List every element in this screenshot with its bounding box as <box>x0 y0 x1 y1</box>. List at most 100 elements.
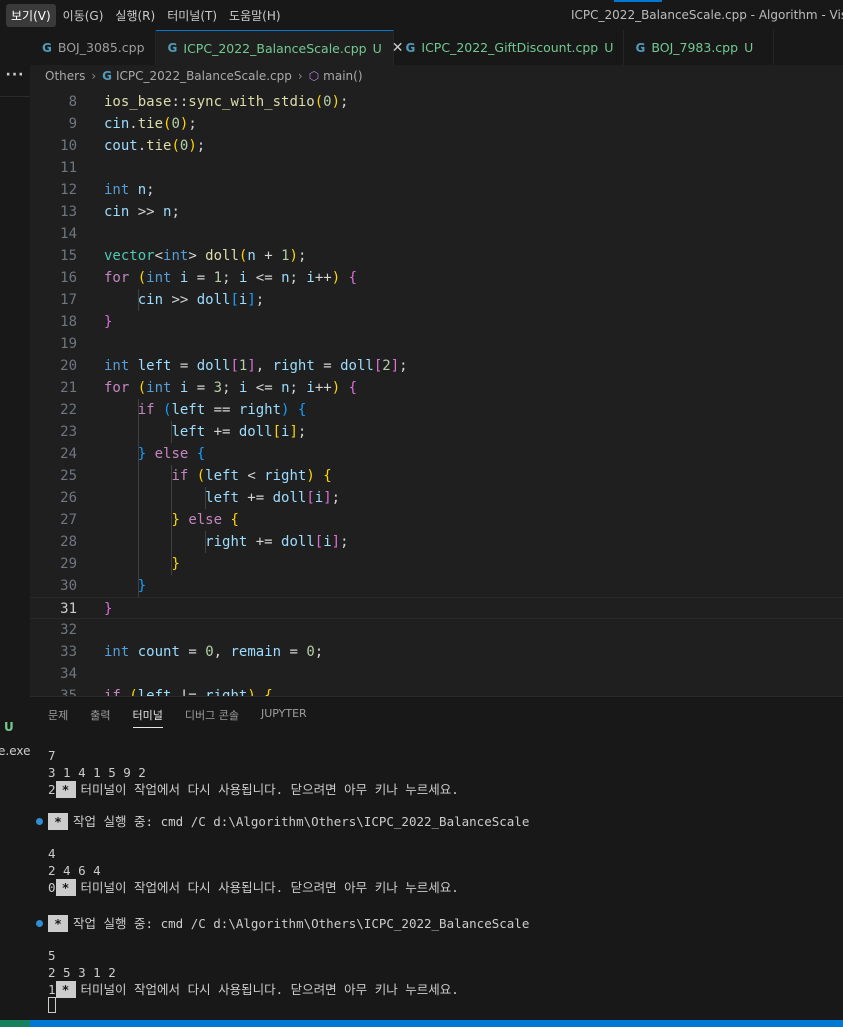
line-number: 10 <box>60 138 77 154</box>
code-line[interactable]: 23 left += doll[i]; <box>30 421 843 443</box>
code-line[interactable]: 9 cin.tie(0); <box>30 113 843 135</box>
code-token: cin <box>104 204 130 220</box>
line-number: 32 <box>60 622 77 638</box>
remote-indicator[interactable] <box>0 1020 30 1027</box>
tab-label: BOJ_7983.cpp <box>651 40 739 55</box>
code-line[interactable]: 24} else { <box>30 443 843 465</box>
code-line[interactable]: 12 int n; <box>30 179 843 201</box>
menu-item[interactable]: 보기(V) <box>6 3 56 27</box>
menu-item[interactable]: 터미널(T) <box>162 4 222 27</box>
code-line[interactable]: 22 if (left == right) { <box>30 399 843 421</box>
breadcrumb-file[interactable]: ICPC_2022_BalanceScale.cpp <box>116 69 292 83</box>
code-token: n <box>137 182 147 198</box>
code-text: cout.tie(0); <box>104 135 205 157</box>
code-line[interactable]: 17 cin >> doll[i]; <box>30 289 843 311</box>
code-token: 3 <box>213 380 223 396</box>
indent-guide <box>137 487 139 509</box>
code-token: vector <box>104 248 155 264</box>
code-line[interactable]: 11 <box>30 157 843 179</box>
code-token: == <box>205 402 239 418</box>
code-text: int n; <box>104 179 155 201</box>
tab[interactable]: G BOJ_7983.cpp U <box>624 30 774 65</box>
code-line[interactable]: 27} else { <box>30 509 843 531</box>
terminal-line: 7 <box>48 747 56 764</box>
bottom-panel: 문제 출력 터미널 디버그 콘솔 JUPYTER 73 1 4 1 5 9 2 2 * 터미널… <box>30 696 843 1020</box>
code-token: right <box>205 534 248 550</box>
code-line[interactable]: 10 cout.tie(0); <box>30 135 843 157</box>
code-line[interactable]: 8 ios_base::sync_with_stdio(0); <box>30 91 843 113</box>
code-line[interactable]: 29} <box>30 553 843 575</box>
panel-tab[interactable]: 디버그 콘솔 <box>185 707 239 728</box>
code-token: { <box>297 402 307 418</box>
code-token: for <box>104 270 130 286</box>
panel-tab[interactable]: 문제 <box>48 707 68 728</box>
more-icon[interactable]: ··· <box>0 67 30 83</box>
code-text: vector<int> doll(n + 1); <box>104 245 306 267</box>
terminal-text: 2 4 6 4 <box>48 863 101 878</box>
tab-active[interactable]: G ICPC_2022_BalanceScale.cpp U ✕ <box>155 30 403 65</box>
cpp-file-icon: G <box>635 40 646 55</box>
code-line[interactable]: 15 vector<int> doll(n + 1); <box>30 245 843 267</box>
code-token: { <box>323 468 332 484</box>
code-line[interactable]: 19 <box>30 333 843 355</box>
code-line[interactable]: 18} <box>30 311 843 333</box>
code-token: ; <box>222 270 239 286</box>
code-token: ; <box>289 270 307 286</box>
breadcrumb-symbol[interactable]: main() <box>323 69 362 83</box>
terminal-output[interactable]: 73 1 4 1 5 9 2 2 * 터미널이 작업에서 다시 사용됩니다. 닫으려면… <box>30 741 843 1021</box>
code-token: remain <box>230 644 282 660</box>
chevron-right-icon: › <box>91 69 97 83</box>
code-line[interactable]: 14 <box>30 223 843 245</box>
code-line[interactable]: 21 for (int i = 3; i <= n; i++) { <box>30 377 843 399</box>
panel-tab[interactable]: JUPYTER <box>261 707 307 728</box>
task-star-icon: * <box>55 781 76 798</box>
code-token: ; <box>297 424 307 440</box>
breadcrumb-folder[interactable]: Others <box>45 69 85 83</box>
code-line[interactable]: 13 cin >> n; <box>30 201 843 223</box>
tab[interactable]: G ICPC_2022_GiftDiscount.cpp U <box>394 30 624 65</box>
terminal-text: 터미널이 작업에서 다시 사용됩니다. 닫으려면 아무 키나 누르세요. <box>80 782 459 797</box>
menu-item[interactable]: 이동(G) <box>58 4 109 27</box>
code-token: ; <box>314 644 324 660</box>
code-token: n <box>281 270 290 286</box>
indent-guide <box>137 531 139 553</box>
panel-tab[interactable]: 출력 <box>90 707 110 728</box>
menu-item[interactable]: 도움말(H) <box>224 4 286 27</box>
code-token: ; <box>196 138 206 154</box>
code-line[interactable]: 33 int count = 0, remain = 0; <box>30 641 843 663</box>
code-text: int count = 0, remain = 0; <box>104 641 323 663</box>
tab[interactable]: G BOJ_3085.cpp <box>30 30 156 65</box>
code-line[interactable]: 30} <box>30 575 843 597</box>
code-token: = <box>188 380 214 396</box>
code-token: if <box>104 688 121 696</box>
code-editor[interactable]: 8 ios_base::sync_with_stdio(0); 9 cin.tie(0… <box>30 87 843 696</box>
menu-item[interactable]: 실행(R) <box>110 4 160 27</box>
code-token: ( <box>196 468 206 484</box>
code-token: { <box>348 380 357 396</box>
code-line[interactable]: 34 <box>30 663 843 685</box>
line-number: 13 <box>60 204 77 220</box>
explorer-file-label[interactable]: e.exe <box>0 744 30 758</box>
line-number: 9 <box>68 116 77 132</box>
code-token: int <box>146 270 172 286</box>
code-line[interactable]: 31} <box>30 597 843 619</box>
code-line[interactable]: 32 <box>30 619 843 641</box>
code-line[interactable]: 28 right += doll[i]; <box>30 531 843 553</box>
code-line[interactable]: 16 for (int i = 1; i <= n; i++) { <box>30 267 843 289</box>
code-line[interactable]: 25 if (left < right) { <box>30 465 843 487</box>
line-number: 15 <box>60 248 77 264</box>
code-token: int <box>104 358 130 374</box>
code-token: . <box>137 138 147 154</box>
panel-tab[interactable]: 터미널 <box>132 707 163 728</box>
code-token: left <box>205 468 239 484</box>
code-line[interactable]: 35 if (left != right) { <box>30 685 843 696</box>
code-line[interactable]: 26 left += doll[i]; <box>30 487 843 509</box>
code-token: n <box>247 248 256 264</box>
code-line[interactable]: 20 int left = doll[1], right = doll[2]; <box>30 355 843 377</box>
